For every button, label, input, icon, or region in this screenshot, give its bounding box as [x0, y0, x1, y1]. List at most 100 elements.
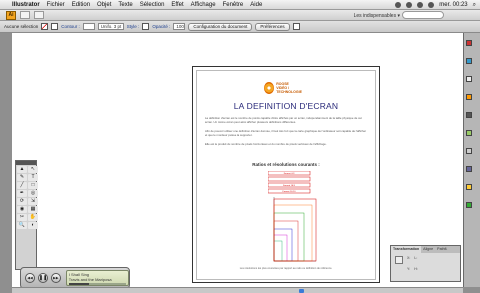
- fill-stroke-icon[interactable]: ◐: [28, 222, 38, 229]
- h-label: H:: [414, 267, 418, 271]
- format-row-1-label: Format 4:3: [284, 172, 295, 175]
- volume-icon[interactable]: [417, 2, 424, 8]
- fill-swatch[interactable]: [41, 23, 49, 30]
- graph-tool-icon[interactable]: ▦: [28, 206, 38, 213]
- arrange-documents-button[interactable]: [34, 11, 44, 19]
- wifi-icon[interactable]: [406, 2, 413, 8]
- arrange-icon[interactable]: [292, 23, 300, 30]
- desktop: Illustrator Fichier Edition Objet Texte …: [0, 0, 480, 293]
- menu-selection[interactable]: Sélection: [140, 2, 165, 8]
- panel-dock: [463, 33, 480, 287]
- preferences-button[interactable]: Préférences: [255, 22, 290, 31]
- reference-point-icon[interactable]: [395, 256, 403, 264]
- rotate-tool-icon[interactable]: ⟳: [17, 198, 27, 205]
- bluetooth-icon[interactable]: [395, 2, 402, 8]
- res-box-7: [273, 198, 317, 262]
- status-bar: [12, 287, 463, 293]
- document-title: LA DEFINITION D'ECRAN: [233, 101, 339, 111]
- menu-clock[interactable]: mer. 00:23: [439, 2, 467, 8]
- control-bar: Aucune sélection Contour : Unifo. 3 pt S…: [0, 21, 480, 33]
- selection-status: Aucune sélection: [4, 24, 39, 29]
- line-tool-icon[interactable]: ╱: [17, 182, 27, 189]
- scale-tool-icon[interactable]: ⇲: [28, 198, 38, 205]
- document-page[interactable]: ROOSE VIDÉO / TECHNOLOGIE LA DEFINITION …: [196, 70, 376, 280]
- menu-fenetre[interactable]: Fenêtre: [223, 2, 244, 8]
- paragraph-3: Elle est le produit du nombre de pixels …: [205, 142, 327, 146]
- dock-styles-icon[interactable]: [466, 184, 472, 190]
- res-box-6: [273, 204, 313, 262]
- x-label: X:: [407, 256, 411, 260]
- y-label: Y:: [407, 267, 411, 271]
- symbol-tool-icon[interactable]: ◉: [17, 206, 27, 213]
- menu-effet[interactable]: Effet: [171, 2, 183, 8]
- logo-line-2: VIDÉO / TECHNOLOGIE: [276, 86, 302, 94]
- dock-swatches-icon[interactable]: [466, 58, 472, 64]
- menu-texte[interactable]: Texte: [118, 2, 132, 8]
- direct-selection-tool-icon[interactable]: ↖: [28, 166, 38, 173]
- track-progress-bar[interactable]: [68, 283, 126, 285]
- document-logo: ROOSE VIDÉO / TECHNOLOGIE: [264, 81, 310, 95]
- stroke-weight-field[interactable]: [82, 23, 95, 30]
- style-label[interactable]: Style :: [127, 24, 140, 29]
- dock-brushes-icon[interactable]: [466, 76, 472, 82]
- menu-objet[interactable]: Objet: [97, 2, 111, 8]
- next-track-button[interactable]: ▶▶: [50, 273, 61, 283]
- menu-affichage[interactable]: Affichage: [191, 2, 216, 8]
- scissors-tool-icon[interactable]: ✂: [17, 214, 27, 221]
- w-label: L:: [414, 256, 418, 260]
- stroke-label[interactable]: Contour :: [61, 24, 80, 29]
- res-box-2: [273, 234, 288, 262]
- stroke-swatch[interactable]: [51, 23, 59, 30]
- logo-mark-icon: [264, 82, 275, 94]
- res-box-1: [273, 240, 283, 262]
- transform-panel: Transformation Aligne Pathfi. X: L: Y: H…: [390, 245, 461, 282]
- help-search-input[interactable]: [402, 11, 444, 19]
- dock-stroke-icon[interactable]: [466, 112, 472, 118]
- res-box-5: [273, 212, 305, 262]
- menu-edition[interactable]: Edition: [72, 2, 90, 8]
- application-bar: Ai Les indispensables ▾: [0, 10, 480, 21]
- tab-align[interactable]: Aligne: [421, 246, 435, 253]
- format-row-4-label: Format 16:10: [282, 190, 296, 193]
- previous-track-button[interactable]: ◀◀: [25, 273, 35, 283]
- now-playing-display: I Shall Sing Travis and the Mariposa: [65, 270, 129, 286]
- style-swatch[interactable]: [142, 23, 150, 30]
- rectangle-tool-icon[interactable]: □: [28, 182, 38, 189]
- dock-layers-icon[interactable]: [466, 202, 472, 208]
- transform-panel-tabs: Transformation Aligne Pathfi.: [391, 246, 460, 253]
- format-row-3-label: Format 16:9: [283, 184, 296, 187]
- spotlight-icon[interactable]: ⌕: [473, 2, 476, 9]
- chart-heading: Ratios et résolutions courants :: [252, 162, 320, 167]
- selection-tool-icon[interactable]: ▲: [17, 166, 27, 173]
- brush-field[interactable]: Unifo. 3 pt: [97, 23, 124, 30]
- dock-gradient-icon[interactable]: [466, 130, 472, 136]
- tools-panel: ▲ ↖ ✎ T ╱ □ ✒ ◎ ⟳ ⇲ ◉ ▦ ✂ ✋ 🔍 ◐: [15, 160, 38, 270]
- dock-color-icon[interactable]: [466, 40, 472, 46]
- dock-transparency-icon[interactable]: [466, 148, 472, 154]
- illustrator-logo: Ai: [6, 10, 16, 20]
- play-pause-button[interactable]: ❚❚: [37, 273, 48, 283]
- hand-tool-icon[interactable]: ✋: [28, 214, 38, 221]
- scroll-position-icon[interactable]: [299, 289, 304, 293]
- dock-appearance-icon[interactable]: [466, 166, 472, 172]
- brush-tool-icon[interactable]: ✒: [17, 190, 27, 197]
- zoom-tool-icon[interactable]: 🔍: [17, 222, 27, 229]
- menu-fichier[interactable]: Fichier: [47, 2, 65, 8]
- tab-transformation[interactable]: Transformation: [391, 246, 422, 253]
- dock-symbols-icon[interactable]: [466, 94, 472, 100]
- paragraph-2: Afin de pouvoir utiliser une définition …: [205, 129, 367, 137]
- tab-pathfinder[interactable]: Pathfi.: [435, 246, 449, 253]
- pen-tool-icon[interactable]: ✎: [17, 174, 27, 181]
- battery-icon[interactable]: [428, 2, 435, 8]
- blob-tool-icon[interactable]: ◎: [28, 190, 38, 197]
- opacity-field[interactable]: 100: [173, 23, 186, 30]
- workspace-switcher[interactable]: Les indispensables ▾: [354, 11, 400, 20]
- track-artist: Travis and the Mariposa: [68, 277, 112, 282]
- format-row-2-box: [268, 176, 311, 182]
- menu-app-name[interactable]: Illustrator: [12, 2, 40, 8]
- type-tool-icon[interactable]: T: [28, 174, 38, 181]
- opacity-label[interactable]: Opacité :: [152, 24, 170, 29]
- menu-aide[interactable]: Aide: [250, 2, 262, 8]
- document-setup-button[interactable]: Configuration du document: [188, 22, 253, 31]
- bridge-button[interactable]: [20, 11, 30, 19]
